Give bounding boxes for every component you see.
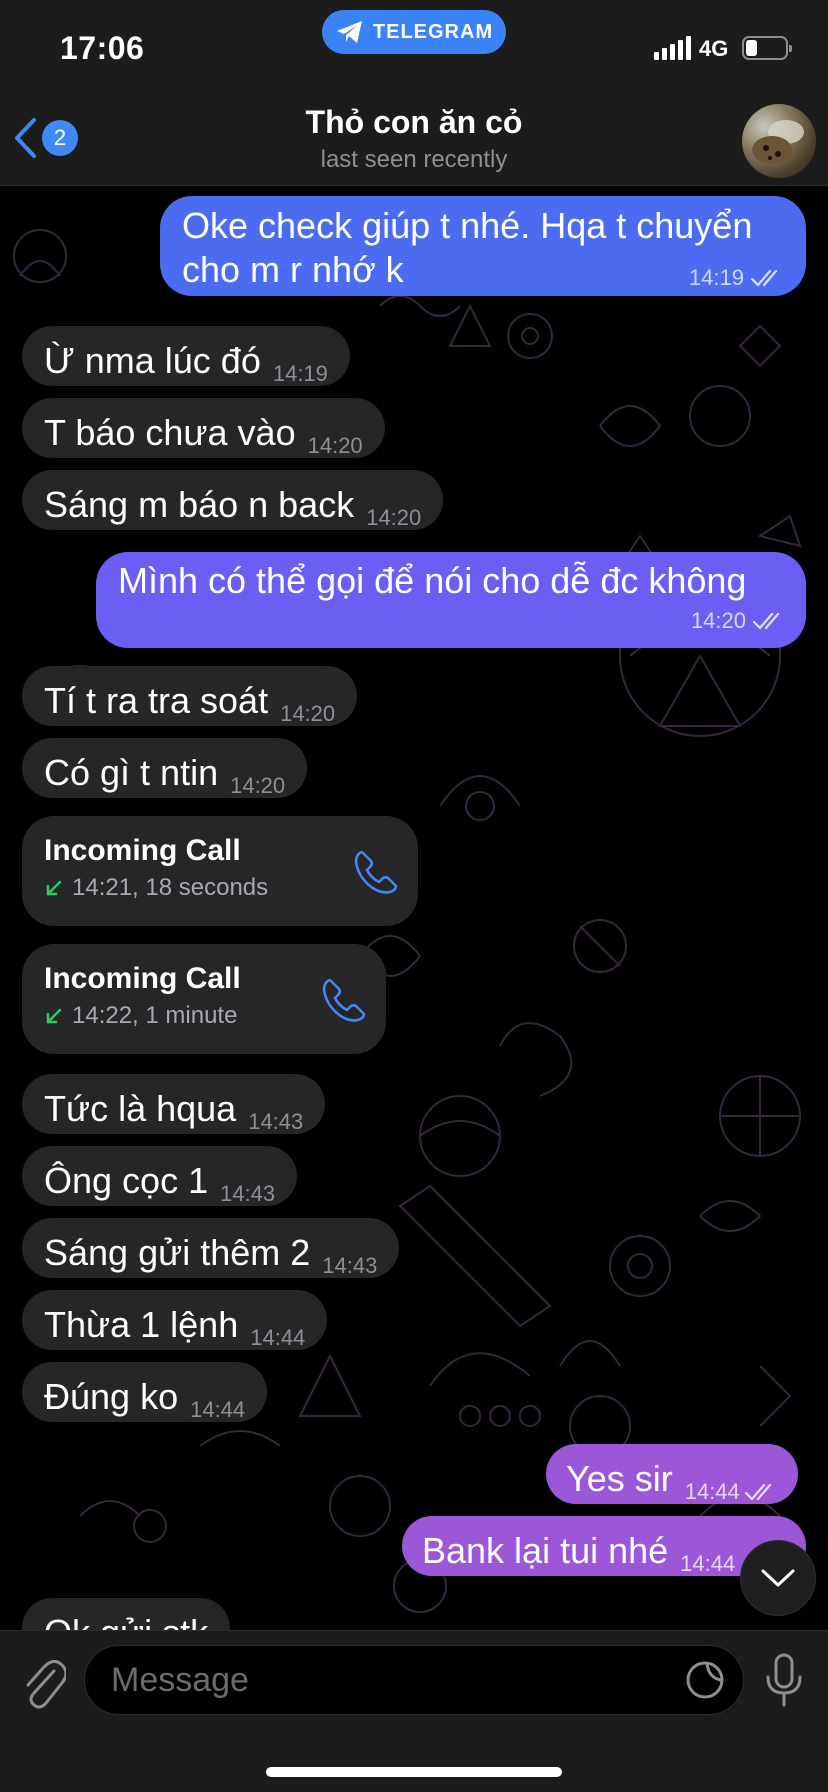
message-time: 14:20 <box>690 608 746 633</box>
message-text: Ừ nma lúc đó <box>44 340 261 381</box>
chat-history[interactable]: Oke check giúp t nhé. Hqa t chuyển cho m… <box>0 186 828 1630</box>
message-text: Thừa 1 lệnh <box>44 1304 239 1345</box>
message-text: T báo chưa vào <box>44 412 296 453</box>
status-time: 17:06 <box>60 30 145 66</box>
message-time: 14:20 <box>280 701 336 726</box>
message-time: 14:43 <box>322 1253 378 1278</box>
incoming-message[interactable]: Ông cọc 1 14:43 <box>22 1146 298 1206</box>
chevron-down-icon <box>761 1569 795 1587</box>
message-text: Đúng ko <box>44 1376 179 1417</box>
call-detail: 14:22, 1 minute <box>72 1002 238 1029</box>
message-time: 14:43 <box>248 1109 304 1134</box>
status-bar: 17:06 TELEGRAM 4G <box>0 0 828 100</box>
telegram-plane-icon <box>336 21 362 43</box>
incoming-message[interactable]: Đúng ko 14:44 <box>22 1362 268 1422</box>
message-time: 14:44 <box>190 1397 246 1422</box>
phone-icon[interactable] <box>350 846 400 896</box>
home-indicator <box>266 1767 562 1777</box>
signal-icon <box>654 36 691 60</box>
message-time: 14:44 <box>250 1325 306 1350</box>
chat-header: 2 Thỏ con ăn cỏ last seen recently <box>0 100 828 186</box>
message-text: Sáng m báo n back <box>44 484 355 525</box>
message-time: 14:20 <box>366 505 422 530</box>
microphone-icon[interactable] <box>762 1653 806 1709</box>
message-text: Bank lại tui nhé <box>422 1530 669 1571</box>
message-text: Mình có thể gọi để nói cho dễ đc không <box>118 560 747 601</box>
chat-title[interactable]: Thỏ con ăn cỏ <box>0 104 828 141</box>
message-text: Tí t ra tra soát <box>44 680 269 721</box>
avatar[interactable] <box>742 104 816 178</box>
message-text: Yes sir <box>566 1458 673 1499</box>
outgoing-message[interactable]: Yes sir 14:44 <box>546 1444 798 1504</box>
incoming-message[interactable]: Ừ nma lúc đó 14:19 <box>22 326 350 386</box>
incoming-message[interactable]: Thừa 1 lệnh 14:44 <box>22 1290 328 1350</box>
double-check-icon <box>752 612 780 630</box>
outgoing-message[interactable]: Oke check giúp t nhé. Hqa t chuyển cho m… <box>160 196 806 296</box>
message-text: Tức là hqua <box>44 1088 237 1129</box>
message-time: 14:19 <box>688 265 744 290</box>
incoming-message[interactable]: Ok gửi stk <box>22 1598 231 1630</box>
call-title: Incoming Call <box>44 834 241 867</box>
message-composer: Message <box>0 1630 828 1792</box>
scroll-to-bottom-button[interactable] <box>740 1540 816 1616</box>
incoming-message[interactable]: Tí t ra tra soát 14:20 <box>22 666 358 726</box>
message-text: Có gì t ntin <box>44 752 219 793</box>
double-check-icon <box>744 1483 771 1501</box>
attach-paperclip-icon[interactable] <box>20 1657 66 1709</box>
call-received-arrow-icon <box>46 1008 62 1024</box>
network-type: 4G <box>699 36 729 61</box>
double-check-icon <box>750 269 778 287</box>
incoming-message[interactable]: Tức là hqua 14:43 <box>22 1074 326 1134</box>
call-detail: 14:21, 18 seconds <box>72 874 269 901</box>
battery-icon <box>742 36 792 60</box>
incoming-message[interactable]: Sáng m báo n back 14:20 <box>22 470 444 530</box>
outgoing-message[interactable]: Mình có thể gọi để nói cho dễ đc không 1… <box>96 552 806 648</box>
incoming-call-message[interactable]: Incoming Call 14:21, 18 seconds <box>22 816 418 926</box>
message-time: 14:43 <box>220 1181 276 1206</box>
incoming-message[interactable]: T báo chưa vào 14:20 <box>22 398 385 458</box>
telegram-pill-label: TELEGRAM <box>372 20 494 43</box>
phone-icon[interactable] <box>318 974 368 1024</box>
message-text: Ok gửi stk <box>44 1610 208 1630</box>
incoming-call-message[interactable]: Incoming Call 14:22, 1 minute <box>22 944 386 1054</box>
message-text-line1: Oke check giúp t nhé. Hqa t chuyển <box>182 205 753 246</box>
telegram-return-pill[interactable]: TELEGRAM <box>322 10 506 54</box>
message-time: 14:20 <box>230 773 286 798</box>
message-placeholder: Message <box>111 1661 249 1699</box>
sticker-icon[interactable] <box>685 1660 725 1700</box>
message-time: 14:44 <box>680 1551 736 1576</box>
message-text-line2: cho m r nhớ k <box>182 249 404 290</box>
message-text: Ông cọc 1 <box>44 1160 209 1201</box>
profile-photo-icon <box>752 120 804 164</box>
incoming-message[interactable]: Có gì t ntin 14:20 <box>22 738 308 798</box>
message-time: 14:44 <box>684 1479 740 1504</box>
message-text: Sáng gửi thêm 2 <box>44 1232 311 1273</box>
call-received-arrow-icon <box>46 880 62 896</box>
message-input[interactable]: Message <box>84 1645 744 1715</box>
message-time: 14:19 <box>272 361 328 386</box>
call-title: Incoming Call <box>44 962 241 995</box>
incoming-message[interactable]: Sáng gửi thêm 2 14:43 <box>22 1218 400 1278</box>
chat-status: last seen recently <box>320 146 508 173</box>
message-time: 14:20 <box>307 433 363 458</box>
